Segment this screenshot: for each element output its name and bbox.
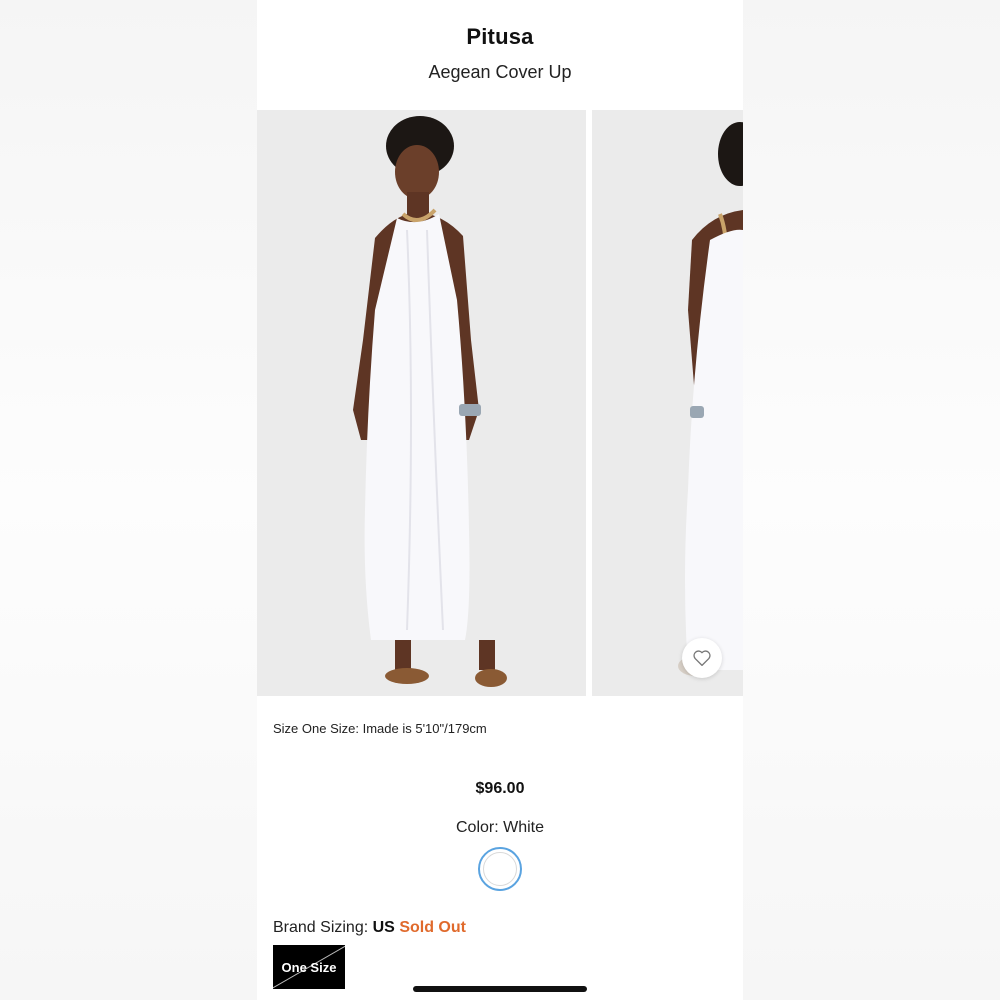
brand-name[interactable]: Pitusa	[257, 24, 743, 50]
sold-out-badge: Sold Out	[399, 919, 466, 936]
size-option-label: One Size	[281, 959, 337, 975]
brand-sizing-label: Brand Sizing:	[273, 919, 369, 936]
background-right	[743, 0, 1000, 1000]
sizing-region[interactable]: US	[373, 919, 395, 936]
swatch-fill	[483, 852, 517, 886]
home-indicator[interactable]	[413, 986, 587, 992]
product-page: Pitusa Aegean Cover Up Size One Size: Im…	[257, 0, 743, 1000]
heart-icon	[692, 649, 712, 667]
model-size-note: Size One Size: Imade is 5'10"/179cm	[273, 721, 487, 736]
model-back-photo[interactable]	[592, 110, 743, 696]
product-price: $96.00	[475, 780, 525, 797]
color-swatch-white[interactable]	[478, 847, 522, 891]
image-gallery[interactable]	[257, 110, 743, 696]
color-label: Color: White	[455, 819, 545, 836]
brand-sizing-row: Brand Sizing: US Sold Out	[273, 919, 466, 937]
background-left	[0, 0, 257, 1000]
favorite-button[interactable]	[682, 638, 722, 678]
size-option-one-size[interactable]: One Size	[273, 945, 345, 989]
model-front-photo[interactable]	[257, 110, 586, 696]
product-title: Aegean Cover Up	[428, 62, 572, 82]
